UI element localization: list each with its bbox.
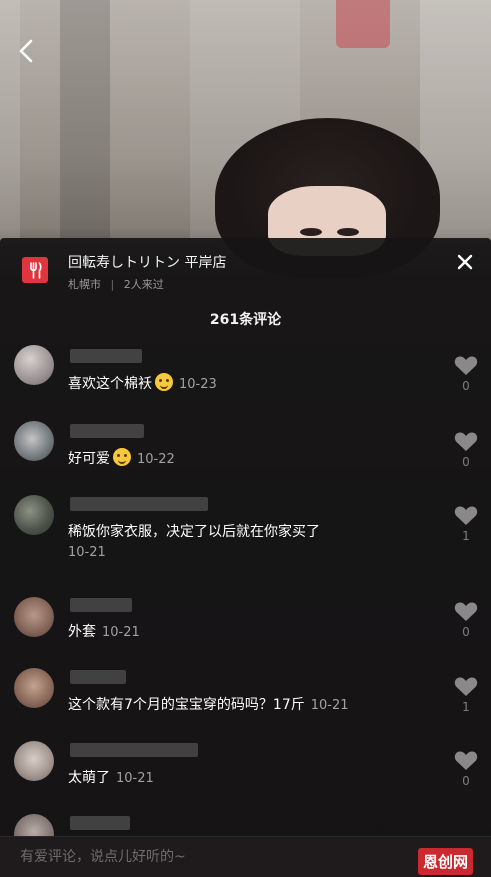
like-count: 0 (462, 455, 470, 469)
username-blurred[interactable] (70, 670, 126, 684)
comment-date: 10-21 (310, 698, 349, 713)
username-blurred[interactable] (70, 497, 208, 511)
like-button[interactable]: 0 (452, 431, 480, 469)
avatar[interactable] (14, 597, 54, 637)
like-count: 0 (462, 625, 470, 639)
heart-icon (454, 506, 478, 525)
like-count: 1 (462, 529, 470, 543)
laughing-emoji-icon (155, 373, 173, 391)
close-button[interactable] (455, 252, 475, 272)
avatar[interactable] (14, 741, 54, 781)
avatar[interactable] (14, 668, 54, 708)
comment-date: 10-21 (68, 545, 106, 560)
like-count: 1 (462, 700, 470, 714)
watermark-logo: 恩创网 (418, 848, 474, 875)
comment-count: 261条评论 (209, 312, 282, 328)
store-name[interactable]: 回転寿しトリトン 平岸店 (68, 252, 226, 272)
comment-text: 外套 10-21 (68, 621, 140, 641)
like-button[interactable]: 0 (452, 355, 480, 393)
close-icon (457, 254, 473, 270)
like-button[interactable]: 1 (452, 505, 480, 543)
username-blurred[interactable] (70, 349, 142, 363)
like-button[interactable]: 0 (452, 601, 480, 639)
avatar[interactable] (14, 345, 54, 385)
store-visitors: 2人来过 (123, 278, 164, 291)
store-city: 札幌市 (68, 278, 101, 291)
heart-icon (454, 751, 478, 770)
like-button[interactable]: 1 (452, 676, 480, 714)
like-button[interactable]: 0 (452, 750, 480, 788)
comment-text: 喜欢这个棉袄 10-23 (68, 373, 217, 393)
comment-body: 稀饭你家衣服，决定了以后就在你家买了 (68, 524, 320, 540)
like-count: 0 (462, 379, 470, 393)
video-background-eye (300, 228, 322, 236)
heart-icon (454, 432, 478, 451)
avatar[interactable] (14, 421, 54, 461)
comment-text: 好可爱 10-22 (68, 448, 175, 468)
comment-date: 10-22 (137, 452, 175, 467)
heart-icon (454, 602, 478, 621)
comment-date: 10-21 (116, 771, 154, 786)
store-logo[interactable] (22, 257, 48, 283)
fork-knife-icon (30, 262, 42, 279)
comment-text: 稀饭你家衣服，决定了以后就在你家买了 (68, 521, 320, 541)
heart-icon (454, 356, 478, 375)
comment-date: 10-21 (102, 625, 140, 640)
comment-body: 好可爱 (68, 451, 110, 467)
comment-body: 外套 (68, 624, 96, 640)
store-meta-separator: | (110, 278, 115, 291)
username-blurred[interactable] (70, 743, 198, 757)
comment-input[interactable] (18, 848, 402, 866)
comment-body: 这个款有7个月的宝宝穿的码吗？17斤 (68, 697, 305, 713)
comment-body: 喜欢这个棉袄 (68, 376, 152, 392)
comment-body: 太萌了 (68, 770, 110, 786)
back-arrow-icon (19, 39, 33, 63)
smiling-emoji-icon (113, 448, 131, 466)
username-blurred[interactable] (70, 424, 144, 438)
heart-icon (454, 677, 478, 696)
comment-date: 10-23 (179, 377, 217, 392)
username-blurred[interactable] (70, 816, 130, 830)
comment-text: 这个款有7个月的宝宝穿的码吗？17斤 10-21 (68, 694, 349, 714)
like-count: 0 (462, 774, 470, 788)
username-blurred[interactable] (70, 598, 132, 612)
comment-text: 太萌了 10-21 (68, 767, 154, 787)
avatar[interactable] (14, 495, 54, 535)
back-button[interactable] (14, 38, 38, 64)
store-meta: 札幌市 | 2人来过 (68, 276, 164, 292)
video-background-eye (337, 228, 359, 236)
video-background-sign (336, 0, 390, 48)
